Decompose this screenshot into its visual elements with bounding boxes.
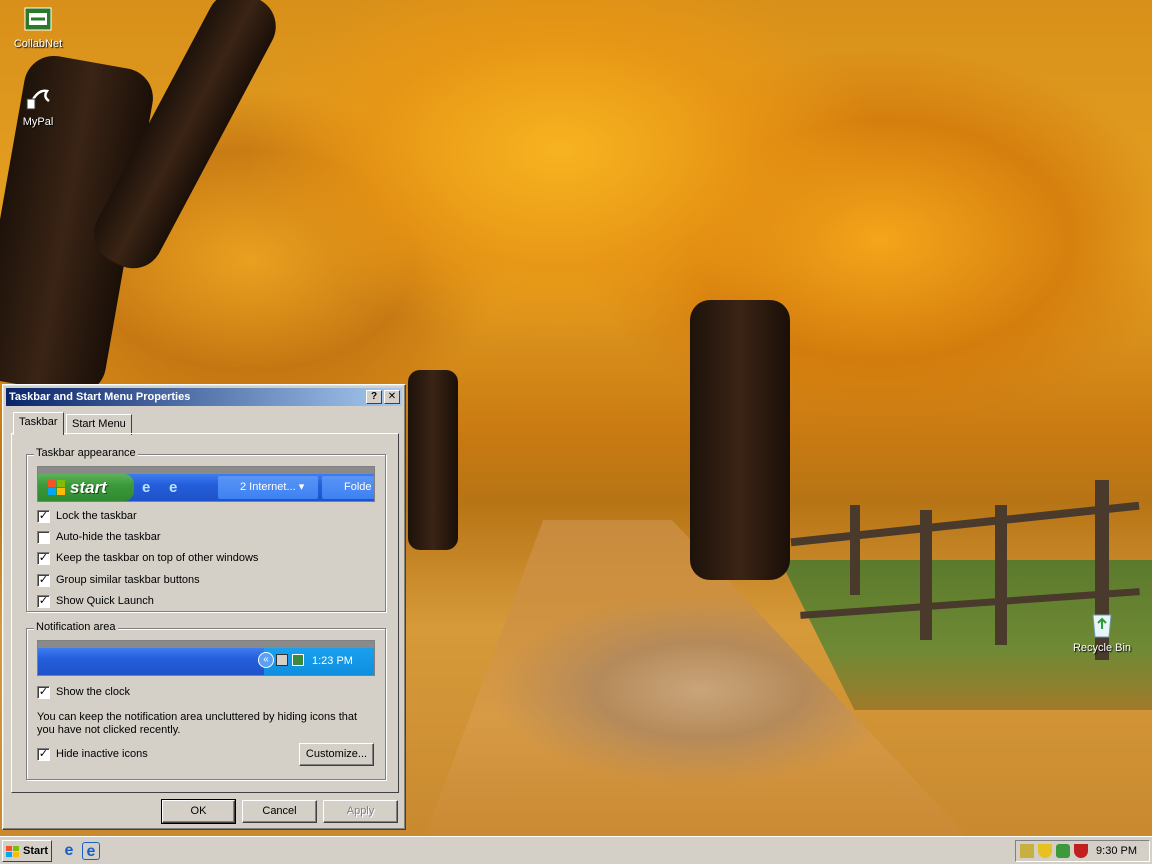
desktop-icon-label: MyPal (22, 116, 54, 128)
checkbox[interactable]: ✓ (37, 594, 50, 608)
desktop-icon-label: Recycle Bin (1072, 642, 1132, 654)
option-keep-on-top[interactable]: ✓ Keep the taskbar on top of other windo… (37, 551, 258, 565)
taskbar-tab-panel: Taskbar appearance start e e 2 Internet.… (11, 433, 399, 793)
wallpaper-trunk-middle (408, 370, 458, 550)
group-label: Notification area (34, 621, 118, 633)
tray-security-icon[interactable] (1074, 844, 1088, 858)
notification-area-group: Notification area « 1:23 PM ✓ Show the c… (26, 621, 386, 780)
ie-icon: e (142, 479, 151, 496)
option-hide-inactive-icons[interactable]: ✓ Hide inactive icons (37, 747, 148, 761)
taskbar-preview-bar: start e e 2 Internet... ▾ Folde (38, 474, 374, 501)
taskbar-preview: start e e 2 Internet... ▾ Folde (37, 466, 375, 502)
quick-launch-browser-icon[interactable]: e (82, 842, 100, 860)
apply-button[interactable]: Apply (323, 800, 398, 823)
wallpaper-trunk-right (690, 300, 790, 580)
desktop-icon-label: CollabNet (13, 38, 63, 50)
wallpaper-fence-post (920, 510, 932, 640)
ok-button[interactable]: OK (161, 799, 236, 824)
option-lock-taskbar[interactable]: ✓ Lock the taskbar (37, 509, 137, 523)
wallpaper-fence-rail (790, 501, 1140, 547)
checkbox[interactable]: ✓ (37, 551, 50, 565)
taskbar[interactable]: Start e e 9:30 PM (0, 836, 1152, 864)
collabnet-icon (22, 4, 54, 36)
start-button[interactable]: Start (2, 840, 52, 862)
desktop-icon-collabnet[interactable]: CollabNet (3, 4, 73, 50)
checkbox[interactable]: ✓ (37, 509, 50, 523)
desktop-icon-mypal[interactable]: MyPal (3, 82, 73, 128)
tray-network-icon[interactable] (1020, 844, 1034, 858)
mypal-icon (22, 82, 54, 114)
notification-description: You can keep the notification area unclu… (37, 711, 358, 736)
taskbar-clock[interactable]: 9:30 PM (1096, 845, 1137, 857)
taskbar-properties-dialog: Taskbar and Start Menu Properties ? ✕ Ta… (2, 384, 406, 830)
windows-flag-icon (6, 845, 20, 864)
printer-icon (292, 654, 304, 666)
chevron-left-icon: « (258, 652, 274, 668)
dialog-titlebar[interactable]: Taskbar and Start Menu Properties ? ✕ (6, 388, 402, 406)
wallpaper-fence-post (850, 505, 860, 595)
notification-preview-tray: « 1:23 PM (258, 648, 374, 675)
ie-icon: e (169, 479, 178, 496)
tray-update-icon[interactable] (1056, 844, 1070, 858)
notification-preview: « 1:23 PM (37, 640, 375, 676)
tab-start-menu[interactable]: Start Menu (66, 414, 132, 435)
checkbox[interactable]: ✓ (37, 747, 50, 761)
tab-taskbar[interactable]: Taskbar (13, 412, 64, 435)
desktop-icon-recycle-bin[interactable]: Recycle Bin (1066, 608, 1138, 654)
checkbox[interactable]: ✓ (37, 573, 50, 587)
option-show-clock[interactable]: ✓ Show the clock (37, 685, 130, 699)
taskbar-appearance-group: Taskbar appearance start e e 2 Internet.… (26, 447, 386, 612)
preview-taskbar-button-internet: 2 Internet... ▾ (218, 476, 318, 499)
checkbox[interactable] (37, 530, 50, 544)
cancel-button[interactable]: Cancel (242, 800, 317, 823)
preview-start-label: start (70, 478, 107, 497)
start-label: Start (23, 845, 49, 857)
dialog-title: Taskbar and Start Menu Properties (9, 391, 191, 403)
option-auto-hide[interactable]: Auto-hide the taskbar (37, 530, 161, 544)
system-tray: 9:30 PM (1015, 840, 1150, 862)
tray-shield-icon[interactable] (1038, 844, 1052, 858)
help-button[interactable]: ? (366, 390, 382, 404)
checkbox[interactable]: ✓ (37, 685, 50, 699)
customize-button[interactable]: Customize... (299, 743, 374, 766)
windows-flag-icon (48, 480, 66, 499)
preview-clock: 1:23 PM (312, 655, 353, 667)
quick-launch-ie-icon[interactable]: e (60, 842, 78, 860)
group-label: Taskbar appearance (34, 447, 138, 459)
recycle-bin-icon (1086, 608, 1118, 640)
option-group-buttons[interactable]: ✓ Group similar taskbar buttons (37, 573, 200, 587)
close-button[interactable]: ✕ (384, 390, 400, 404)
wallpaper-fence-post (995, 505, 1007, 645)
option-show-quick-launch[interactable]: ✓ Show Quick Launch (37, 594, 154, 608)
preview-taskbar-button-folder: Folde (322, 476, 374, 499)
network-icon (276, 654, 288, 666)
